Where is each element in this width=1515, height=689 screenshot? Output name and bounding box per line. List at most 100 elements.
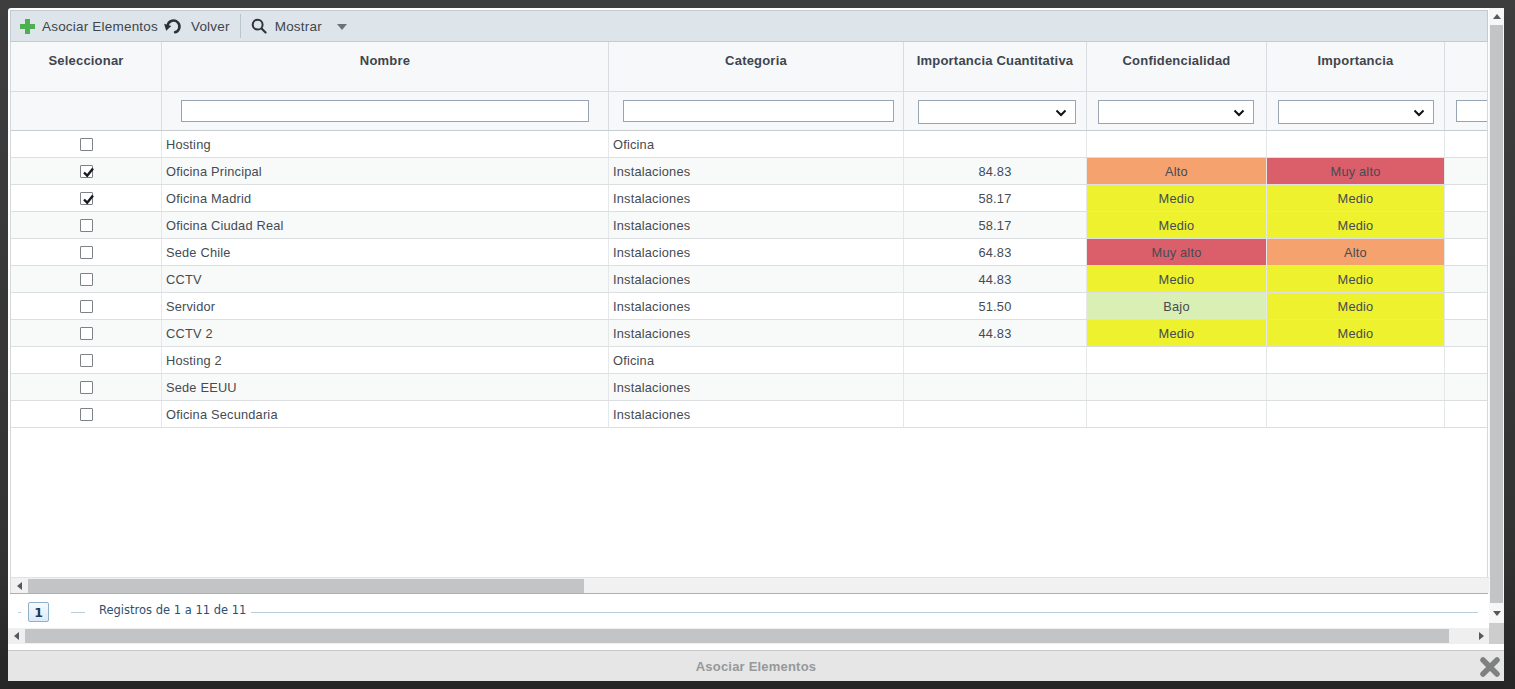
filter-importancia-select[interactable] [1278, 100, 1434, 124]
cell-nombre: Hosting 2 [162, 347, 609, 373]
cell-categoria: Oficina [609, 131, 904, 157]
mostrar-button[interactable]: Mostrar [250, 17, 347, 35]
cell-importancia: Medio [1267, 266, 1445, 292]
scrollbar-corner [1489, 623, 1504, 644]
cell-importancia: Medio [1267, 212, 1445, 238]
filter-row [11, 92, 1487, 131]
grid-hscroll-thumb[interactable] [28, 579, 584, 593]
cell-categoria: Instalaciones [609, 320, 904, 346]
page-vertical-scrollbar[interactable] [1489, 8, 1504, 644]
filter-confidencialidad-select[interactable] [1098, 100, 1254, 124]
cell-nombre: Oficina Ciudad Real [162, 212, 609, 238]
cell-nombre: Servidor [162, 293, 609, 319]
cell-importancia: Muy alto [1267, 158, 1445, 184]
cell-confidencialidad: Medio [1087, 320, 1267, 346]
col-header-confidencialidad[interactable]: Confidencialidad [1087, 42, 1267, 91]
table-header-row: Seleccionar Nombre Categoria Importancia… [11, 42, 1487, 92]
dialog-footer: Asociar Elementos [8, 650, 1504, 681]
cell-categoria: Instalaciones [609, 374, 904, 400]
cell-categoria: Instalaciones [609, 158, 904, 184]
cell-nombre: Oficina Madrid [162, 185, 609, 211]
cell-nombre: CCTV 2 [162, 320, 609, 346]
cell-importancia-cuantitativa: 51.50 [904, 293, 1087, 319]
row-checkbox[interactable] [80, 381, 93, 394]
scroll-left-button[interactable] [11, 578, 27, 594]
filter-importancia-cuantitativa-select[interactable] [918, 100, 1076, 124]
cell-importancia: Alto [1267, 239, 1445, 265]
row-checkbox[interactable] [80, 273, 93, 286]
cell-importancia: Medio [1267, 320, 1445, 346]
cell-importancia [1267, 401, 1445, 427]
cell-nombre: Sede EEUU [162, 374, 609, 400]
scroll-up-button[interactable] [1489, 8, 1504, 25]
row-checkbox[interactable] [80, 354, 93, 367]
cell-importancia-cuantitativa: 44.83 [904, 266, 1087, 292]
cell-categoria: Instalaciones [609, 266, 904, 292]
col-header-nombre[interactable]: Nombre [162, 42, 609, 91]
cell-categoria: Oficina [609, 347, 904, 373]
table-row: CCTV Instalaciones 44.83 Medio Medio [11, 266, 1487, 293]
cell-importancia [1267, 374, 1445, 400]
pager-info: Registros de 1 a 11 de 11 [99, 603, 246, 617]
filter-categoria-input[interactable] [623, 100, 894, 122]
cell-importancia-cuantitativa: 44.83 [904, 320, 1087, 346]
table-row: Servidor Instalaciones 51.50 Bajo Medio [11, 293, 1487, 320]
cell-confidencialidad: Medio [1087, 266, 1267, 292]
volver-button[interactable]: Volver [164, 16, 230, 36]
cell-importancia [1267, 131, 1445, 157]
vscroll-thumb[interactable] [1490, 25, 1503, 603]
cell-confidencialidad: Bajo [1087, 293, 1267, 319]
cell-importancia: Medio [1267, 293, 1445, 319]
filter-extra-input[interactable] [1456, 100, 1487, 122]
cell-nombre: CCTV [162, 266, 609, 292]
table-row: Oficina Ciudad Real Instalaciones 58.17 … [11, 212, 1487, 239]
row-checkbox[interactable] [80, 246, 93, 259]
cell-confidencialidad: Medio [1087, 185, 1267, 211]
table-row: Sede EEUU Instalaciones [11, 374, 1487, 401]
cell-confidencialidad: Muy alto [1087, 239, 1267, 265]
col-header-importancia[interactable]: Importancia [1267, 42, 1445, 91]
table-row: Oficina Principal Instalaciones 84.83 Al… [11, 158, 1487, 185]
cell-confidencialidad: Alto [1087, 158, 1267, 184]
cell-categoria: Instalaciones [609, 185, 904, 211]
plus-icon [20, 19, 35, 34]
row-checkbox[interactable] [80, 165, 93, 178]
col-header-categoria[interactable]: Categoria [609, 42, 904, 91]
col-header-importancia-cuantitativa[interactable]: Importancia Cuantitativa [904, 42, 1087, 91]
scroll-down-button[interactable] [1489, 605, 1504, 622]
table-row: Oficina Madrid Instalaciones 58.17 Medio… [11, 185, 1487, 212]
grid-horizontal-scrollbar[interactable] [11, 577, 1489, 593]
page-horizontal-scrollbar[interactable] [8, 628, 1489, 644]
pager: 1 Registros de 1 a 11 de 11 [10, 593, 1488, 628]
table-row: Oficina Secundaria Instalaciones [11, 401, 1487, 428]
asociar-elementos-dialog: Asociar Elementos Volver Mostrar Selecci… [8, 8, 1504, 681]
cell-confidencialidad [1087, 401, 1267, 427]
row-checkbox[interactable] [80, 192, 93, 205]
close-icon[interactable] [1477, 654, 1503, 680]
cell-nombre: Oficina Secundaria [162, 401, 609, 427]
cell-confidencialidad: Medio [1087, 212, 1267, 238]
page-hscroll-thumb[interactable] [25, 629, 1449, 643]
toolbar-separator [240, 14, 241, 38]
table-row: CCTV 2 Instalaciones 44.83 Medio Medio [11, 320, 1487, 347]
volver-label: Volver [191, 19, 230, 34]
cell-importancia [1267, 347, 1445, 373]
row-checkbox[interactable] [80, 219, 93, 232]
cell-nombre: Oficina Principal [162, 158, 609, 184]
row-checkbox[interactable] [80, 138, 93, 151]
cell-importancia-cuantitativa: 58.17 [904, 185, 1087, 211]
page-scroll-left-button[interactable] [8, 628, 24, 644]
page-1-button[interactable]: 1 [28, 602, 49, 622]
undo-icon [164, 16, 184, 36]
asociar-elementos-button[interactable]: Asociar Elementos [11, 19, 158, 34]
cell-importancia-cuantitativa [904, 131, 1087, 157]
table-row: Sede Chile Instalaciones 64.83 Muy alto … [11, 239, 1487, 266]
cell-confidencialidad [1087, 347, 1267, 373]
col-header-seleccionar[interactable]: Seleccionar [11, 42, 162, 91]
row-checkbox[interactable] [80, 408, 93, 421]
dialog-title: Asociar Elementos [696, 659, 816, 674]
filter-nombre-input[interactable] [181, 100, 589, 122]
row-checkbox[interactable] [80, 327, 93, 340]
row-checkbox[interactable] [80, 300, 93, 313]
page-scroll-right-button[interactable] [1473, 628, 1489, 644]
